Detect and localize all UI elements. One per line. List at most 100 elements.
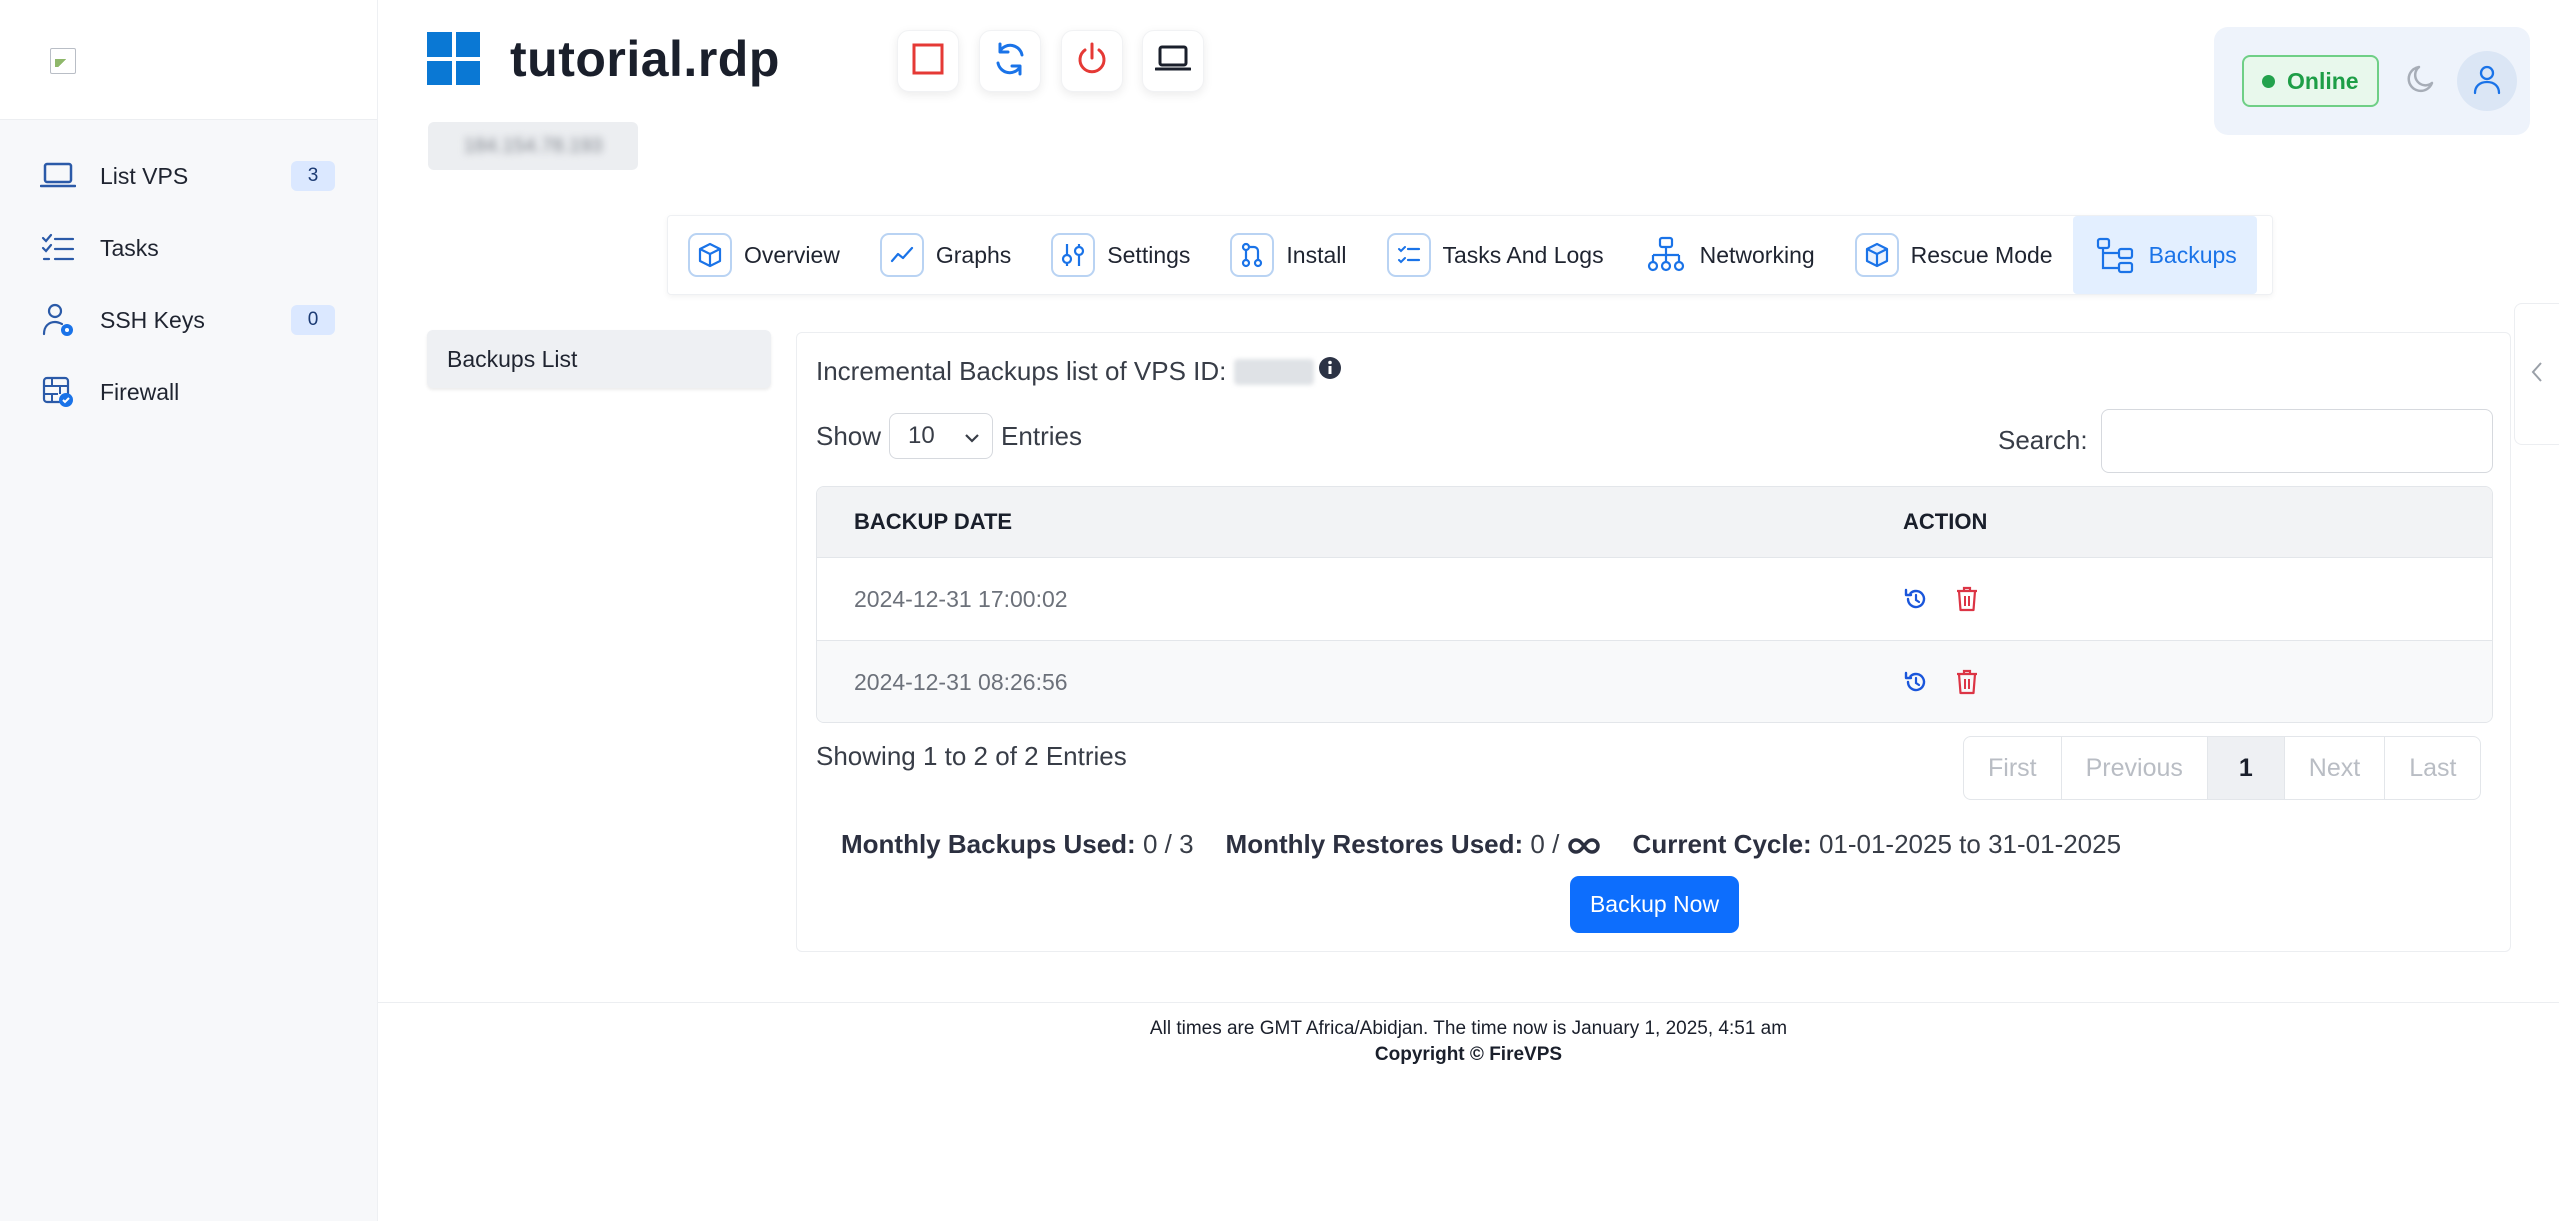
list-check-icon <box>1386 233 1431 277</box>
sidebar-item-label: SSH Keys <box>100 306 205 333</box>
console-button[interactable] <box>1142 30 1204 92</box>
sidebar: List VPS 3 Tasks SSH Keys 0 Firewall <box>0 0 378 1221</box>
windows-logo-icon <box>427 32 480 85</box>
action-cell <box>1903 669 2492 695</box>
tab-overview[interactable]: Overview <box>668 216 860 294</box>
online-dot-icon <box>2262 74 2275 88</box>
user-avatar[interactable] <box>2456 51 2517 111</box>
checklist-icon <box>38 228 78 268</box>
stop-icon <box>911 42 945 81</box>
table-row: 2024-12-31 08:26:56 <box>817 640 2492 722</box>
cube-icon <box>688 233 732 277</box>
laptop-icon <box>1154 44 1192 79</box>
chart-line-icon <box>879 233 924 277</box>
entries-select[interactable]: 10 <box>889 413 994 459</box>
backups-list-menu-item[interactable]: Backups List <box>427 330 771 388</box>
column-header-backup-date[interactable]: BACKUP DATE <box>817 509 1903 535</box>
trash-icon[interactable] <box>1955 669 1979 695</box>
dark-mode-toggle-icon[interactable] <box>2405 62 2439 101</box>
box-icon <box>1854 233 1899 277</box>
network-icon <box>1643 233 1688 277</box>
stop-button[interactable] <box>897 30 959 92</box>
tab-install[interactable]: Install <box>1210 216 1366 294</box>
backups-card: Incremental Backups list of VPS ID: Show… <box>796 332 2511 952</box>
page-first-button[interactable]: First <box>1964 737 2062 799</box>
monthly-restores-label: Monthly Restores Used: <box>1225 829 1524 859</box>
tab-label: Rescue Mode <box>1910 241 2053 268</box>
tab-tasks-and-logs[interactable]: Tasks And Logs <box>1367 216 1624 294</box>
page-next-button[interactable]: Next <box>2285 737 2386 799</box>
search-input[interactable] <box>2101 409 2493 473</box>
tab-label: Install <box>1286 241 1347 268</box>
vps-id-blurred <box>1234 358 1315 385</box>
sidebar-item-tasks[interactable]: Tasks <box>0 212 377 284</box>
tab-label: Backups <box>2148 241 2237 268</box>
table-info: Showing 1 to 2 of 2 Entries <box>816 741 1127 771</box>
restore-icon[interactable] <box>1903 586 1929 612</box>
power-off-button[interactable] <box>1061 30 1123 92</box>
page-last-button[interactable]: Last <box>2385 737 2480 799</box>
monthly-backups-used: Monthly Backups Used: 0 / 3 <box>841 829 1194 860</box>
footer: All times are GMT Africa/Abidjan. The ti… <box>378 1016 2559 1068</box>
search-label: Search: <box>1998 425 2088 455</box>
git-pull-icon <box>1230 233 1275 277</box>
page-1-button[interactable]: 1 <box>2207 737 2285 799</box>
monthly-backups-label: Monthly Backups Used: <box>841 829 1136 859</box>
sidebar-item-firewall[interactable]: Firewall <box>0 356 377 428</box>
vps-count-badge: 3 <box>291 161 335 191</box>
backups-card-title: Incremental Backups list of VPS ID: <box>816 356 1342 387</box>
hierarchy-icon <box>2093 233 2137 277</box>
tab-label: Tasks And Logs <box>1442 241 1604 268</box>
sidebar-logo-area <box>0 0 377 120</box>
laptop-icon <box>38 156 78 196</box>
chevron-left-icon <box>2530 361 2544 388</box>
sidebar-item-list-vps[interactable]: List VPS 3 <box>0 140 377 212</box>
tab-backups[interactable]: Backups <box>2072 216 2257 294</box>
vps-hostname: tutorial.rdp <box>510 31 780 87</box>
table-header: BACKUP DATE ACTION <box>817 487 2492 557</box>
sidebar-item-label: Firewall <box>100 378 180 405</box>
power-icon <box>1074 41 1110 82</box>
logo-image[interactable] <box>50 48 76 74</box>
action-cell <box>1903 586 2492 612</box>
restore-icon[interactable] <box>1903 669 1929 695</box>
tab-rescue-mode[interactable]: Rescue Mode <box>1835 216 2073 294</box>
tab-graphs[interactable]: Graphs <box>860 216 1031 294</box>
restart-button[interactable] <box>979 30 1041 92</box>
user-key-icon <box>38 300 78 340</box>
entries-select-value: 10 <box>908 422 935 449</box>
trash-icon[interactable] <box>1955 586 1979 612</box>
tab-label: Settings <box>1107 241 1191 268</box>
table-row: 2024-12-31 17:00:02 <box>817 557 2492 640</box>
status-panel: Online <box>2214 27 2530 135</box>
status-badge: Online <box>2242 55 2379 107</box>
tab-label: Overview <box>744 241 840 268</box>
vps-tabs: Overview Graphs Settings Install Tasks A… <box>667 215 2273 295</box>
chevron-down-icon <box>964 422 980 450</box>
sidebar-item-ssh-keys[interactable]: SSH Keys 0 <box>0 284 377 356</box>
backups-table: BACKUP DATE ACTION 2024-12-31 17:00:02 2… <box>816 486 2493 723</box>
infinity-icon <box>1567 829 1601 859</box>
current-cycle-value: 01-01-2025 to 31-01-2025 <box>1818 829 2122 859</box>
info-icon[interactable] <box>1318 356 1342 387</box>
backups-title-text: Incremental Backups list of VPS ID: <box>816 356 1227 386</box>
pagination: First Previous 1 Next Last <box>1963 736 2482 800</box>
tab-settings[interactable]: Settings <box>1031 216 1210 294</box>
user-icon <box>2472 63 2502 100</box>
sidebar-item-label: Tasks <box>100 234 159 261</box>
firewall-icon <box>38 372 78 412</box>
ssh-keys-count-badge: 0 <box>291 305 335 335</box>
column-header-action: ACTION <box>1903 509 1988 534</box>
refresh-icon <box>992 41 1028 82</box>
backup-now-button[interactable]: Backup Now <box>1570 876 1739 933</box>
status-text: Online <box>2287 67 2359 94</box>
sidebar-nav: List VPS 3 Tasks SSH Keys 0 Firewall <box>0 120 377 428</box>
sidebar-item-label: List VPS <box>100 162 189 189</box>
backup-date-cell: 2024-12-31 08:26:56 <box>854 668 1068 695</box>
monthly-restores-used: Monthly Restores Used: 0 / <box>1226 829 1601 860</box>
sliders-icon <box>1051 233 1096 277</box>
right-panel-toggle[interactable] <box>2514 303 2559 445</box>
tab-networking[interactable]: Networking <box>1624 216 1835 294</box>
page-previous-button[interactable]: Previous <box>2062 737 2208 799</box>
tab-label: Networking <box>1699 241 1815 268</box>
